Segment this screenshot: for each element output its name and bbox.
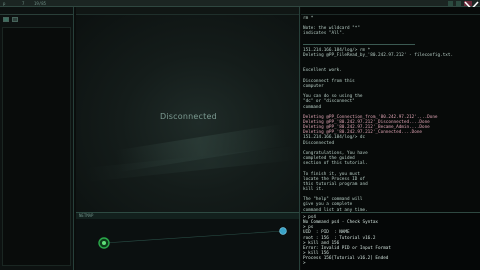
terminal-line: Deleting @PP_FileRead_by_'80.242.97.212'… [303,52,454,58]
settings-button[interactable] [448,1,453,6]
display-panel: Disconnected [76,7,300,212]
terminal-output: rm * Note: the wildcard "*" indicates "Al… [301,15,480,215]
terminal-rule [303,43,415,45]
terminal-header [301,7,480,15]
process-chip[interactable] [3,17,9,22]
host-label: p [3,1,6,6]
ram-header [0,7,73,15]
netmap-canvas [98,227,287,249]
process-chip[interactable] [12,17,18,22]
ip-label: 7 [22,1,25,6]
remote-node[interactable] [279,227,287,235]
netmap-link [103,230,284,244]
connection-status: Disconnected [160,112,217,121]
netmap-panel: NETMAP [76,212,300,270]
menu-button[interactable] [456,1,461,6]
terminal-input-line: > [303,261,306,267]
ram-chips [0,17,73,23]
path-label: 19/85 [34,1,47,6]
display-header [76,7,299,15]
terminal-panel: rm * Note: the wildcard "*" indicates "Al… [301,7,480,270]
ram-area [2,27,71,266]
ram-panel [0,7,74,270]
top-bar: p 7 19/85 [0,0,480,17]
terminal-input[interactable]: > ps4 No Command ps4 - Check Syntax > ps UI… [301,213,480,270]
home-node[interactable] [98,237,110,249]
